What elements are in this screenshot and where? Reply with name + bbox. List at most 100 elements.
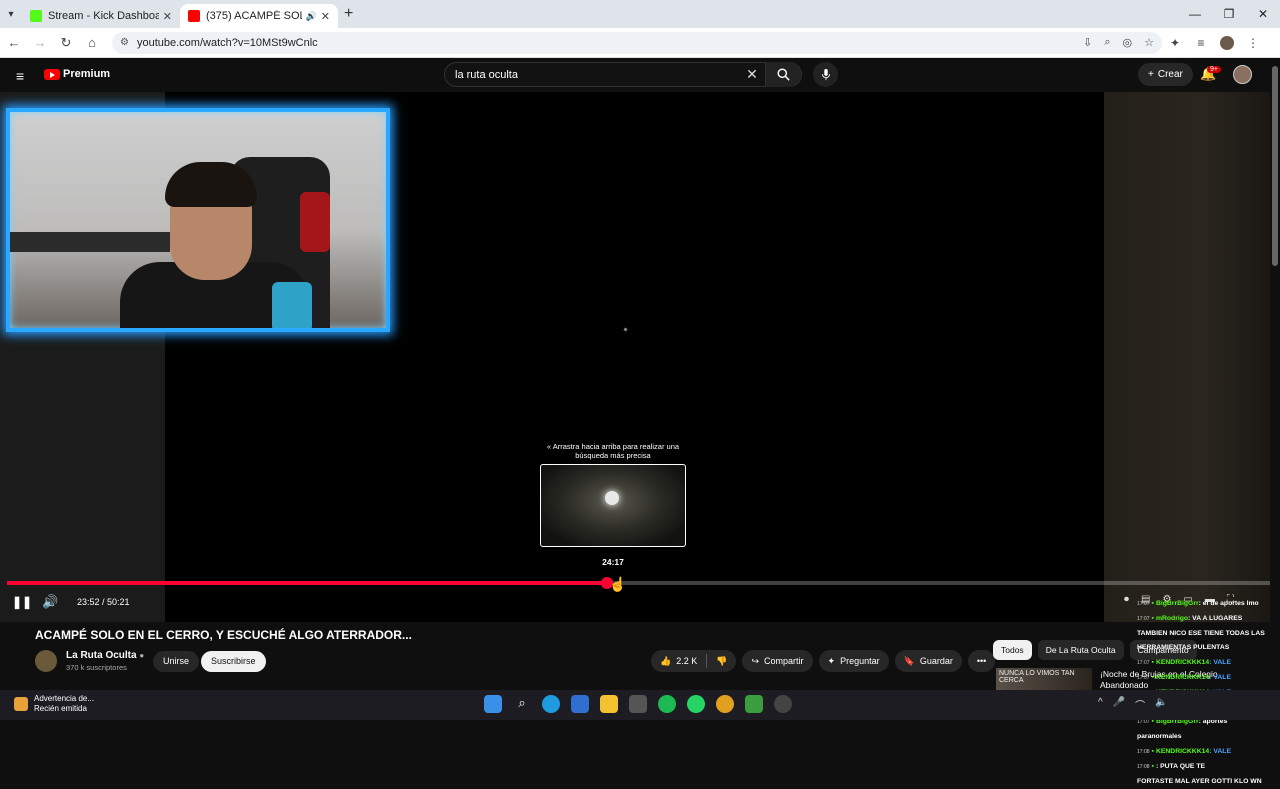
kick-badge-icon: ▪ [1151, 659, 1154, 667]
tray-chevron-icon[interactable]: ^ [1098, 697, 1103, 712]
video-title: ACAMPÉ SOLO EN EL CERRO, Y ESCUCHÉ ALGO … [35, 628, 412, 642]
chrome-icon[interactable] [716, 695, 734, 713]
restore-icon[interactable]: ❐ [1212, 0, 1246, 28]
pause-button[interactable]: ❚❚ [12, 595, 32, 609]
webcam-desk [10, 232, 170, 252]
home-icon[interactable]: ⌂ [80, 35, 104, 50]
chat-text: HERRAMIENTAS PULENTAS [1137, 644, 1230, 652]
back-icon[interactable]: ← [2, 35, 26, 50]
subscribe-button[interactable]: Suscribirse [201, 651, 266, 672]
youtube-logo[interactable]: Premium [44, 68, 110, 80]
like-icon[interactable]: 👍 [660, 656, 671, 667]
close-tab-icon[interactable]: ✕ [163, 10, 172, 23]
site-info-icon[interactable]: ⚙ [120, 37, 129, 48]
hand-cursor-icon: ☝ [609, 576, 627, 592]
recommendation-thumbnail[interactable]: NUNCA LO VIMOS TAN CERCA [996, 668, 1092, 690]
xbox-icon[interactable] [745, 695, 763, 713]
share-button[interactable]: ↪ Compartir [742, 650, 813, 672]
ask-label: Preguntar [840, 656, 880, 666]
like-dislike-group: 👍 2.2 K 👎 [651, 650, 737, 672]
extensions-icon[interactable]: ✦ [1162, 36, 1188, 50]
chat-timestamp: 17:08 [1137, 748, 1150, 755]
kick-badge-icon: ▪ [1151, 747, 1154, 755]
dislike-icon[interactable]: 👎 [716, 656, 727, 667]
video-player[interactable]: « Arrastra hacia arriba para realizar un… [0, 92, 1270, 622]
tray-network-icon[interactable]: ⌒ [1135, 697, 1145, 712]
zoom-icon[interactable]: ⌕ [1104, 36, 1110, 49]
page-scrollbar[interactable] [1270, 58, 1280, 690]
save-button[interactable]: 🔖 Guardar [894, 650, 962, 672]
ask-button[interactable]: ✦ Preguntar [818, 650, 889, 672]
channel-name[interactable]: La Ruta Oculta ● [66, 650, 144, 661]
eye-off-icon[interactable]: ◎ [1123, 36, 1133, 49]
chip-channel[interactable]: De La Ruta Oculta [1037, 640, 1124, 660]
search-input[interactable] [445, 68, 739, 81]
create-button[interactable]: + Crear [1138, 63, 1193, 86]
install-app-icon[interactable]: ⇩ [1083, 36, 1092, 49]
volume-button[interactable]: 🔊 [42, 594, 58, 610]
browser-menu-icon[interactable]: ⋮ [1240, 36, 1266, 50]
chat-username[interactable]: mRodrigo [1156, 615, 1188, 622]
reload-icon[interactable]: ↻ [54, 35, 78, 51]
whatsapp-icon[interactable] [687, 695, 705, 713]
join-button[interactable]: Unirse [153, 651, 200, 672]
chat-username[interactable]: KENDRICKKK14 [1156, 748, 1209, 755]
clear-search-icon[interactable]: ✕ [739, 66, 765, 83]
tray-volume-icon[interactable]: 🔈 [1155, 697, 1167, 712]
address-bar-row: ← → ↻ ⌂ ⚙ youtube.com/watch?v=10MSt9wCnl… [0, 28, 1280, 58]
chat-message: 17:07▪KENDRICKKK14: VALE [1137, 656, 1280, 671]
chip-todos[interactable]: Todos [993, 640, 1032, 660]
menu-icon[interactable]: ≡ [16, 68, 24, 84]
url-text[interactable]: youtube.com/watch?v=10MSt9wCnlc [137, 37, 1071, 49]
channel-avatar[interactable] [35, 650, 57, 672]
chat-timestamp: 17:07 [1137, 719, 1150, 726]
close-window-icon[interactable]: ✕ [1246, 0, 1280, 28]
tab-kick-dashboard[interactable]: Stream - Kick Dashboard ✕ [22, 4, 180, 28]
progress-bar[interactable] [7, 577, 1270, 589]
start-windows-icon[interactable] [484, 695, 502, 713]
chat-username[interactable]: KENDRICKKK14 [1156, 674, 1209, 681]
close-tab-icon[interactable]: ✕ [321, 10, 330, 23]
chat-text: : VALE [1209, 673, 1231, 681]
tab-title: (375) ACAMPÉ SOLO EN EL [206, 10, 302, 22]
scrollbar-thumb[interactable] [1272, 66, 1278, 266]
voice-search-button[interactable] [813, 62, 838, 87]
tab-search-chevron-icon[interactable]: ▾ [0, 9, 22, 20]
autoplay-toggle[interactable]: ⏺ [1124, 594, 1129, 605]
forward-icon[interactable]: → [28, 35, 52, 50]
kick-badge-icon: ▪ [1151, 614, 1154, 622]
youtube-play-logo-icon [44, 68, 60, 80]
chat-username[interactable]: BigBrrBigGrr [1156, 600, 1199, 607]
omnibox[interactable]: ⚙ youtube.com/watch?v=10MSt9wCnlc ⇩ ⌕ ◎ … [112, 31, 1162, 54]
new-tab-button[interactable]: + [344, 5, 353, 23]
bookmark-star-icon[interactable]: ☆ [1144, 36, 1154, 49]
plus-icon: + [1148, 69, 1154, 80]
spotify-icon[interactable] [658, 695, 676, 713]
tab-youtube-video[interactable]: (375) ACAMPÉ SOLO EN EL 🔊 ✕ [180, 4, 338, 28]
sparkle-icon: ✦ [827, 655, 836, 666]
edge-icon[interactable] [542, 695, 560, 713]
obs-icon[interactable] [774, 695, 792, 713]
chat-username[interactable]: KENDRICKKK14 [1156, 659, 1209, 666]
taskbar-search-icon[interactable]: ⌕ [513, 695, 531, 713]
chat-message: TAMBIEN NICO ESE TIENE TODAS LAS [1137, 627, 1280, 642]
minimize-icon[interactable]: — [1178, 0, 1212, 28]
store-icon[interactable] [571, 695, 589, 713]
media-control-icon[interactable]: ≡ [1188, 36, 1214, 50]
kick-badge-icon: ▪ [1151, 762, 1154, 770]
snipping-tool-icon[interactable] [629, 695, 647, 713]
tray-mic-icon[interactable]: 🎤 [1113, 697, 1125, 712]
more-actions-button[interactable]: ••• [967, 650, 996, 672]
account-avatar[interactable] [1233, 65, 1252, 84]
chat-timestamp: 17:08 [1137, 763, 1150, 770]
file-explorer-icon[interactable] [600, 695, 618, 713]
speaker-icon[interactable]: 🔊 [306, 11, 317, 22]
taskbar-apps: ⌕ [484, 695, 792, 713]
chat-message: FORTASTE MAL AYER GOTTI KLO WN [1137, 775, 1280, 789]
profile-avatar[interactable] [1220, 35, 1234, 50]
taskbar-notification[interactable]: Advertencia de... Recién emitida [14, 694, 94, 714]
like-count[interactable]: 2.2 K [676, 656, 697, 666]
chat-text: : PUTA QUE TE [1155, 762, 1206, 770]
search-button[interactable] [765, 62, 801, 87]
kick-badge-icon: ▪ [1151, 673, 1154, 681]
